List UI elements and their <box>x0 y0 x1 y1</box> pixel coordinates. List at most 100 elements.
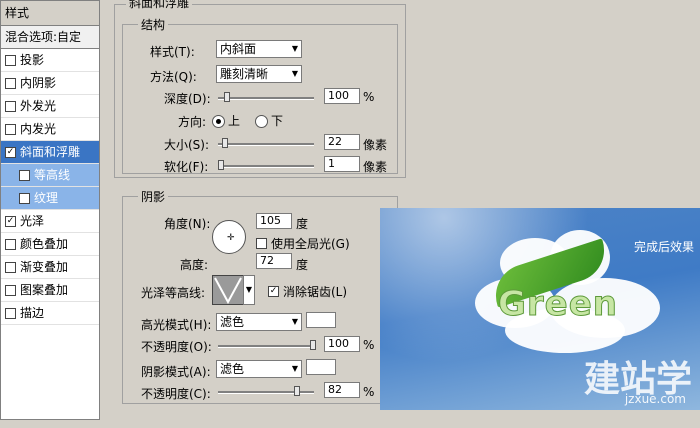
style-item-label: 渐变叠加 <box>20 260 69 274</box>
checkbox[interactable] <box>5 284 16 296</box>
checkbox[interactable] <box>5 100 16 112</box>
style-item-satin[interactable]: ✓ 光泽 <box>1 210 99 233</box>
style-item-label: 内阴影 <box>20 76 57 90</box>
depth-slider[interactable] <box>218 92 314 102</box>
antialias-checkbox[interactable]: ✓ 消除锯齿(L) <box>268 283 347 300</box>
soften-slider[interactable] <box>218 160 314 170</box>
shadow-opacity-label: 不透明度(C): <box>141 387 211 401</box>
contour-dropdown[interactable]: ▼ <box>243 275 255 305</box>
altitude-unit: 度 <box>296 258 309 272</box>
checkbox[interactable] <box>5 307 16 319</box>
shading-title: 阴影 <box>138 188 169 205</box>
preview-caption: 完成后效果 <box>633 240 694 254</box>
angle-input[interactable]: 105 <box>256 213 292 229</box>
green-word: Green <box>498 284 618 325</box>
angle-label: 角度(N): <box>164 217 211 231</box>
blending-options-item[interactable]: 混合选项:自定 <box>1 26 99 49</box>
styles-panel: 样式 混合选项:自定 投影 内阴影 外发光 内发光 ✓ 斜面和浮雕 等高线 纹理 … <box>0 0 100 420</box>
method-select[interactable]: 雕刻清晰 ▼ <box>216 65 302 83</box>
style-item-stroke[interactable]: 描边 <box>1 302 99 325</box>
direction-up-radio[interactable]: 上 <box>212 112 240 129</box>
highlight-mode-select[interactable]: 滤色 ▼ <box>216 313 302 331</box>
checkbox-checked[interactable]: ✓ <box>268 286 279 297</box>
style-select-value: 内斜面 <box>220 42 257 56</box>
shadow-opacity-input[interactable]: 82 <box>324 382 360 398</box>
checkbox-checked[interactable]: ✓ <box>5 146 16 158</box>
radio-label: 上 <box>228 114 241 128</box>
checkbox-label: 使用全局光(G) <box>271 237 350 251</box>
style-item-gradient-overlay[interactable]: 渐变叠加 <box>1 256 99 279</box>
style-item-color-overlay[interactable]: 颜色叠加 <box>1 233 99 256</box>
highlight-opacity-input[interactable]: 100 <box>324 336 360 352</box>
method-label: 方法(Q): <box>150 70 197 84</box>
chevron-down-icon: ▼ <box>291 317 298 326</box>
altitude-label: 高度: <box>180 258 209 272</box>
radio-off[interactable] <box>255 115 268 128</box>
soften-unit: 像素 <box>363 160 388 174</box>
style-item-label: 投影 <box>20 53 45 67</box>
checkbox[interactable] <box>19 169 30 181</box>
style-item-label: 内发光 <box>20 122 57 136</box>
style-item-label: 图案叠加 <box>20 283 69 297</box>
size-input[interactable]: 22 <box>324 134 360 150</box>
slider-thumb[interactable] <box>224 92 230 102</box>
style-item-texture[interactable]: 纹理 <box>1 187 99 210</box>
percent-unit: % <box>363 338 375 352</box>
style-item-pattern-overlay[interactable]: 图案叠加 <box>1 279 99 302</box>
style-item-label: 纹理 <box>34 191 59 205</box>
style-item-contour[interactable]: 等高线 <box>1 164 99 187</box>
slider-thumb[interactable] <box>294 386 300 396</box>
angle-dial[interactable]: ✛ <box>212 220 246 254</box>
angle-unit: 度 <box>296 217 309 231</box>
checkbox[interactable] <box>5 54 16 66</box>
bevel-section-title: 斜面和浮雕 <box>126 0 193 11</box>
shadow-opacity-slider[interactable] <box>218 386 314 396</box>
depth-unit: % <box>363 90 375 104</box>
slider-thumb[interactable] <box>218 160 224 170</box>
style-label: 样式(T): <box>150 45 195 59</box>
shadow-mode-select[interactable]: 滤色 ▼ <box>216 360 302 378</box>
style-select[interactable]: 内斜面 ▼ <box>216 40 302 58</box>
slider-thumb[interactable] <box>310 340 316 350</box>
watermark-url: jzxue.com <box>624 392 686 406</box>
checkbox[interactable] <box>256 238 267 249</box>
style-item-bevel-emboss[interactable]: ✓ 斜面和浮雕 <box>1 141 99 164</box>
direction-down-radio[interactable]: 下 <box>255 112 283 129</box>
checkbox-label: 消除锯齿(L) <box>283 285 348 299</box>
checkbox[interactable] <box>5 238 16 250</box>
style-item-inner-shadow[interactable]: 内阴影 <box>1 72 99 95</box>
shadow-color-swatch[interactable] <box>306 359 336 375</box>
highlight-color-swatch[interactable] <box>306 312 336 328</box>
soften-input[interactable]: 1 <box>324 156 360 172</box>
style-item-label: 外发光 <box>20 99 57 113</box>
checkbox-checked[interactable]: ✓ <box>5 215 16 227</box>
chevron-down-icon: ▼ <box>291 69 298 78</box>
direction-label: 方向: <box>178 115 207 129</box>
style-item-inner-glow[interactable]: 内发光 <box>1 118 99 141</box>
style-item-outer-glow[interactable]: 外发光 <box>1 95 99 118</box>
style-item-label: 描边 <box>20 306 45 320</box>
altitude-input[interactable]: 72 <box>256 253 292 269</box>
checkbox[interactable] <box>19 192 30 204</box>
depth-input[interactable]: 100 <box>324 88 360 104</box>
size-slider[interactable] <box>218 138 314 148</box>
result-preview-image: Green 完成后效果 建站学 jzxue.com <box>380 208 700 410</box>
size-label: 大小(S): <box>164 138 210 152</box>
styles-header: 样式 <box>1 1 99 26</box>
shadow-mode-label: 阴影模式(A): <box>141 365 211 379</box>
style-item-label: 斜面和浮雕 <box>20 145 81 159</box>
gloss-contour-preview[interactable] <box>212 275 244 305</box>
structure-title: 结构 <box>138 16 169 33</box>
contour-curve-icon <box>214 277 242 305</box>
slider-thumb[interactable] <box>222 138 228 148</box>
soften-label: 软化(F): <box>164 160 209 174</box>
checkbox[interactable] <box>5 123 16 135</box>
highlight-opacity-slider[interactable] <box>218 340 316 350</box>
style-item-drop-shadow[interactable]: 投影 <box>1 49 99 72</box>
checkbox[interactable] <box>5 77 16 89</box>
global-light-checkbox[interactable]: 使用全局光(G) <box>256 235 350 252</box>
crosshair-icon: ✛ <box>227 233 235 243</box>
chevron-down-icon: ▼ <box>291 44 298 53</box>
radio-on[interactable] <box>212 115 225 128</box>
checkbox[interactable] <box>5 261 16 273</box>
